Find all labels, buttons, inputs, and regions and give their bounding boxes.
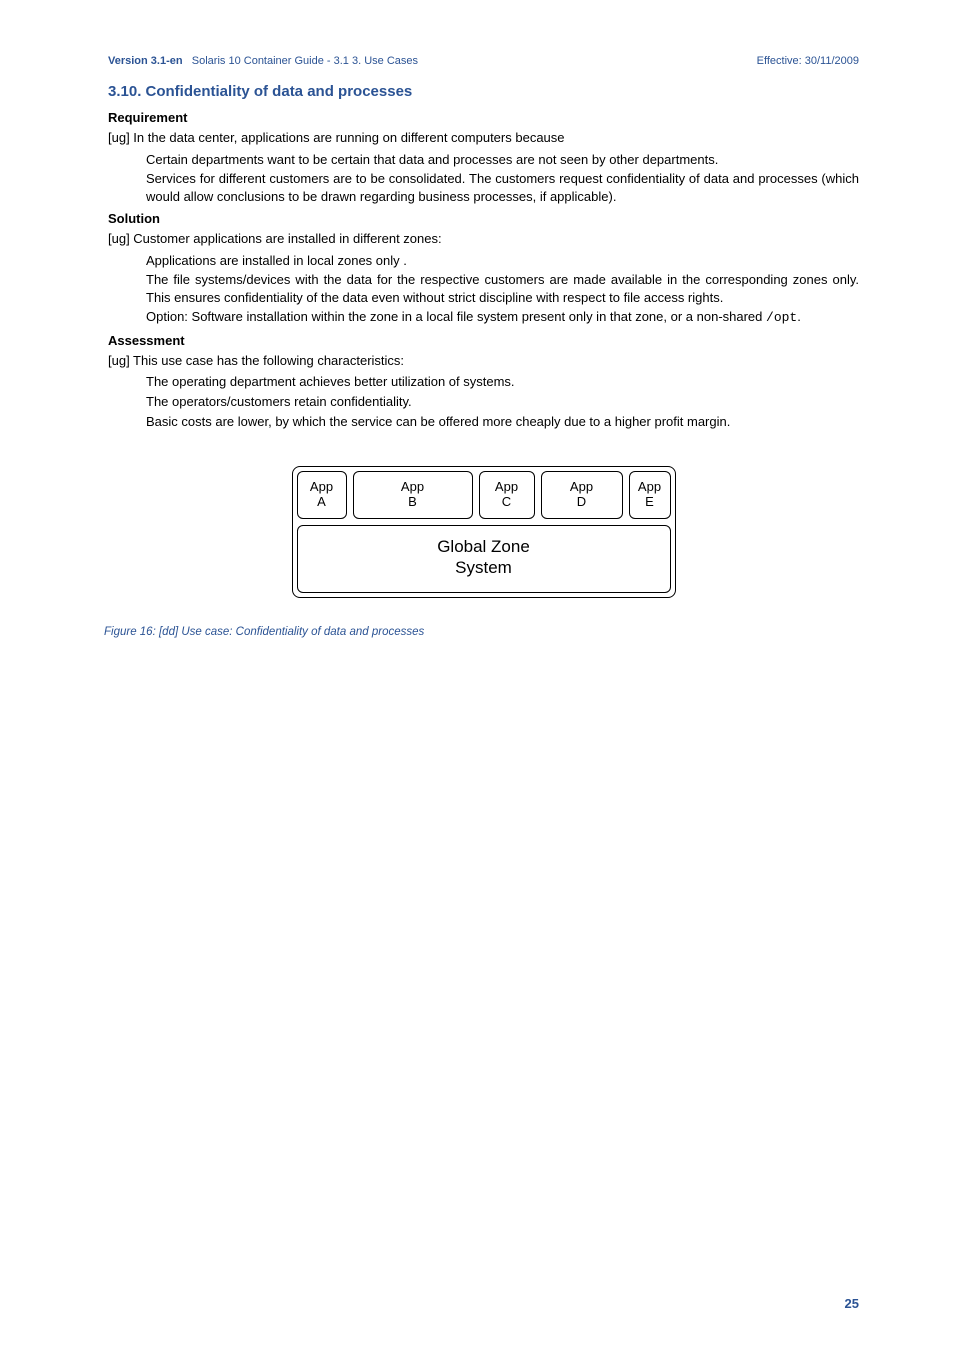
assessment-item: The operators/customers retain confident… xyxy=(146,393,859,411)
solution-item: The file systems/devices with the data f… xyxy=(146,271,859,306)
doc-title: Solaris 10 Container Guide - 3.1 3. Use … xyxy=(186,55,418,67)
page: Version 3.1-en Solaris 10 Container Guid… xyxy=(0,0,954,1351)
page-number: 25 xyxy=(845,1296,859,1311)
header-left: Version 3.1-en Solaris 10 Container Guid… xyxy=(108,55,418,67)
assessment-item: Basic costs are lower, by which the serv… xyxy=(146,413,859,431)
version-label: Version 3.1-en xyxy=(108,55,183,67)
solution-item: Applications are installed in local zone… xyxy=(146,252,859,270)
requirement-intro: [ug] In the data center, applications ar… xyxy=(108,129,859,147)
app-box-b: AppB xyxy=(353,471,473,519)
assessment-intro: [ug] This use case has the following cha… xyxy=(108,352,859,370)
app-box-e: AppE xyxy=(629,471,671,519)
assessment-list: The operating department achieves better… xyxy=(146,373,859,430)
section-title: 3.10. Confidentiality of data and proces… xyxy=(108,83,859,100)
code-opt: /opt xyxy=(766,310,797,325)
app-box-c: AppC xyxy=(479,471,535,519)
requirement-item: Services for different customers are to … xyxy=(146,170,859,205)
assessment-heading: Assessment xyxy=(108,333,859,348)
header-effective: Effective: 30/11/2009 xyxy=(757,55,859,67)
global-zone-box: Global ZoneSystem xyxy=(297,525,671,594)
requirement-item: Certain departments want to be certain t… xyxy=(146,151,859,169)
solution-heading: Solution xyxy=(108,211,859,226)
solution-intro: [ug] Customer applications are installed… xyxy=(108,230,859,248)
app-box-d: AppD xyxy=(541,471,623,519)
apps-row: AppA AppB AppC AppD AppE xyxy=(297,471,671,519)
solution-list: Applications are installed in local zone… xyxy=(146,252,859,327)
figure-caption: Figure 16: [dd] Use case: Confidentialit… xyxy=(104,626,859,638)
requirement-heading: Requirement xyxy=(108,110,859,125)
diagram: AppA AppB AppC AppD AppE Global ZoneSyst… xyxy=(292,466,676,598)
page-header: Version 3.1-en Solaris 10 Container Guid… xyxy=(108,55,859,67)
solution-item: Option: Software installation within the… xyxy=(146,308,859,327)
app-box-a: AppA xyxy=(297,471,347,519)
requirement-list: Certain departments want to be certain t… xyxy=(146,151,859,206)
assessment-item: The operating department achieves better… xyxy=(146,373,859,391)
zone-outer-box: AppA AppB AppC AppD AppE Global ZoneSyst… xyxy=(292,466,676,598)
